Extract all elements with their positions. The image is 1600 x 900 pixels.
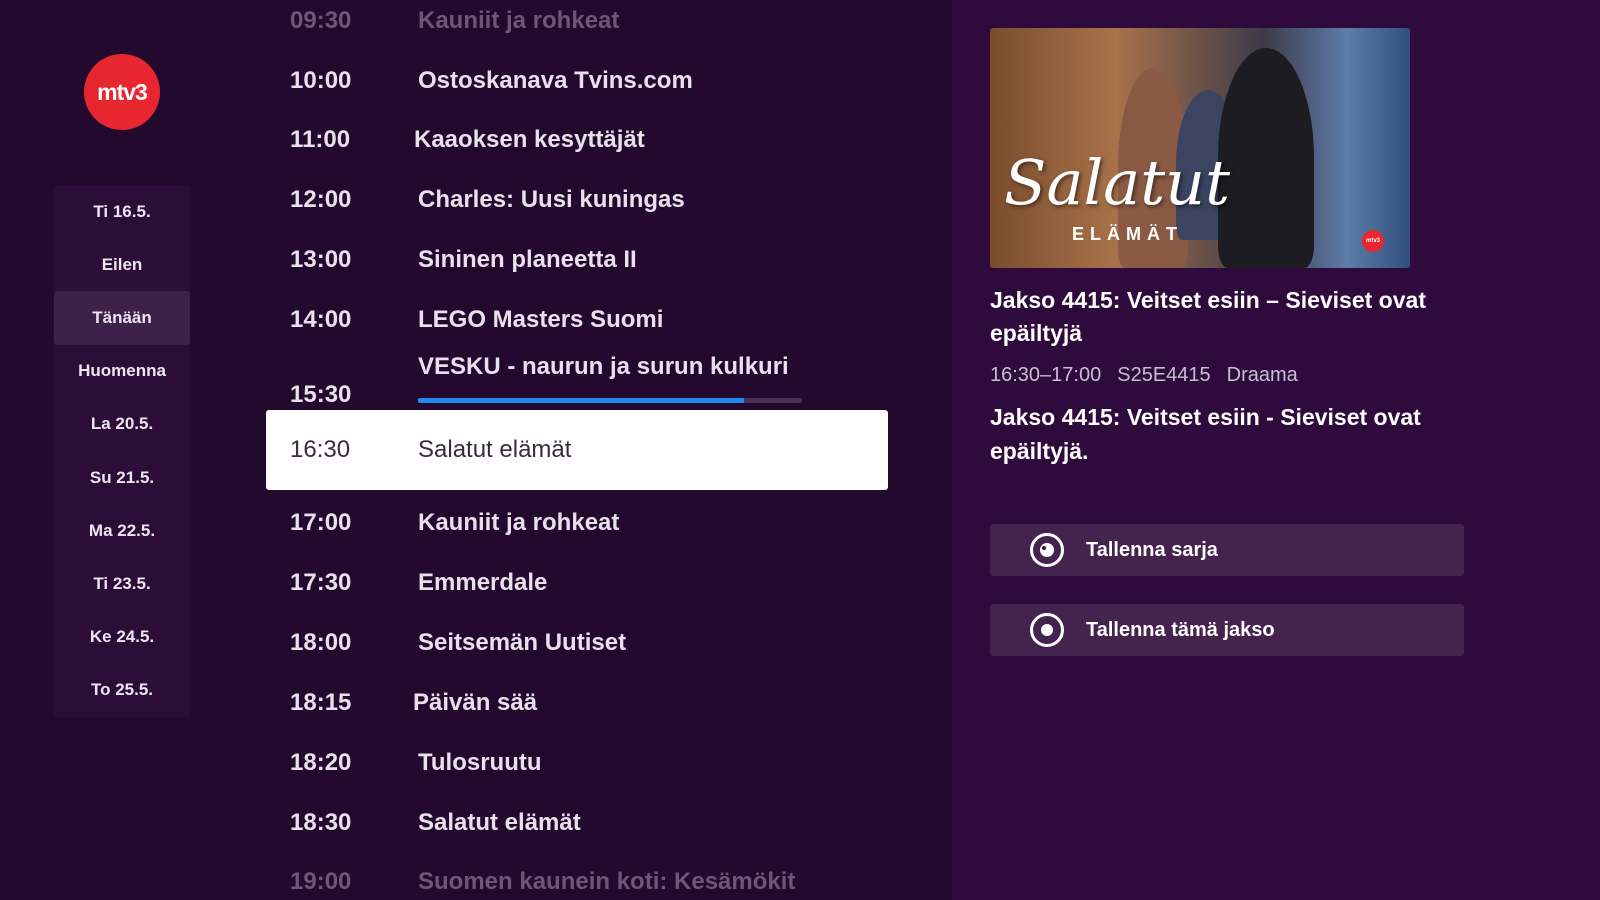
program-title: Kaaoksen kesyttäjät	[414, 126, 645, 153]
thumbnail-show-logo: Salatut	[1004, 146, 1230, 219]
program-row[interactable]: 18:20 Tulosruutu	[270, 733, 904, 793]
episode-genre: Draama	[1226, 364, 1298, 386]
date-item-su-21[interactable]: Su 21.5.	[54, 451, 190, 504]
program-title: Kauniit ja rohkeat	[418, 7, 620, 34]
program-time: 12:00	[290, 186, 352, 213]
date-item-ke-24[interactable]: Ke 24.5.	[54, 611, 190, 664]
thumbnail-show-logo-sub: ELÄMÄT	[1072, 224, 1183, 244]
program-row[interactable]: 17:00 Kauniit ja rohkeat	[270, 493, 904, 553]
program-row[interactable]: 17:30 Emmerdale	[270, 553, 904, 613]
episode-title: Jakso 4415: Veitset esiin – Sieviset ova…	[990, 287, 1426, 346]
program-time: 15:30	[290, 381, 352, 408]
mtv3-badge-icon: mtv3	[1362, 230, 1384, 252]
program-row[interactable]: 18:30 Salatut elämät	[270, 793, 904, 853]
program-row[interactable]: 12:00 Charles: Uusi kuningas	[270, 170, 904, 230]
program-row[interactable]: 13:00 Sininen planeetta II	[270, 230, 904, 290]
record-series-icon	[1030, 533, 1064, 567]
program-time: 09:30	[290, 7, 352, 34]
date-item-ma-22[interactable]: Ma 22.5.	[54, 504, 190, 557]
record-episode-label: Tallenna tämä jakso	[1086, 618, 1275, 641]
date-item-to-25[interactable]: To 25.5.	[54, 664, 190, 717]
episode-code: S25E4415	[1117, 364, 1211, 386]
guide-panel: mtv3 Ti 16.5. Eilen Tänään Huomenna La 2…	[0, 0, 952, 900]
program-time: 13:00	[290, 246, 352, 273]
program-title: Salatut elämät	[418, 809, 581, 836]
program-time: 18:00	[290, 629, 352, 656]
program-title: Ostoskanava Tvins.com	[418, 67, 693, 94]
date-item-huomenna[interactable]: Huomenna	[54, 345, 190, 398]
episode-description: Jakso 4415: Veitset esiin - Sieviset ova…	[990, 404, 1421, 464]
program-time: 11:00	[290, 126, 351, 153]
program-title: Päivän sää	[413, 689, 538, 716]
program-thumbnail: Salatut ELÄMÄT mtv3	[990, 28, 1410, 268]
program-title: Salatut elämät	[418, 436, 572, 463]
episode-time-range: 16:30–17:00	[990, 364, 1102, 386]
program-time: 17:30	[290, 569, 352, 596]
program-title: Sininen planeetta II	[418, 246, 637, 273]
program-time: 17:00	[290, 509, 352, 536]
date-item-ti-16[interactable]: Ti 16.5.	[54, 185, 190, 238]
date-selector: Ti 16.5. Eilen Tänään Huomenna La 20.5. …	[54, 185, 190, 717]
program-title: Emmerdale	[418, 569, 548, 596]
mtv3-logo: mtv3	[84, 54, 160, 130]
program-row[interactable]: 18:00 Seitsemän Uutiset	[270, 613, 904, 673]
program-time: 16:30	[290, 436, 351, 463]
program-time: 10:00	[290, 67, 352, 94]
program-title: Charles: Uusi kuningas	[418, 186, 685, 213]
program-row-selected[interactable]: 16:30 Salatut elämät	[266, 410, 888, 490]
program-time: 18:15	[290, 689, 352, 716]
program-row[interactable]: 09:30 Kauniit ja rohkeat	[270, 0, 904, 51]
date-item-la-20[interactable]: La 20.5.	[54, 398, 190, 451]
program-title: Kauniit ja rohkeat	[418, 509, 620, 536]
thumbnail-figure	[1218, 48, 1314, 268]
record-episode-button[interactable]: Tallenna tämä jakso	[990, 604, 1464, 656]
now-playing-progress	[418, 398, 802, 403]
program-row[interactable]: 11:00 Kaaoksen kesyttäjät	[270, 110, 904, 170]
program-time: 19:00	[290, 868, 352, 895]
date-item-eilen[interactable]: Eilen	[54, 238, 190, 291]
program-row[interactable]: 10:00 Ostoskanava Tvins.com	[270, 51, 904, 111]
program-title: Suomen kaunein koti: Kesämökit	[418, 868, 796, 895]
progress-fill	[418, 398, 745, 403]
program-title: Seitsemän Uutiset	[418, 629, 627, 656]
record-episode-icon	[1030, 613, 1064, 647]
program-time: 18:20	[290, 749, 352, 776]
program-time: 14:00	[290, 306, 352, 333]
episode-meta: 16:30–17:00 S25E4415 Draama	[990, 364, 1298, 387]
program-schedule: 09:30 Kauniit ja rohkeat 10:00 Ostoskana…	[266, 0, 904, 900]
program-row[interactable]: 18:15 Päivän sää	[270, 673, 904, 733]
program-row[interactable]: 19:00 Suomen kaunein koti: Kesämökit	[270, 852, 904, 900]
program-title: Tulosruutu	[418, 749, 542, 776]
program-title: LEGO Masters Suomi	[418, 306, 664, 333]
date-item-tanaan[interactable]: Tänään	[54, 291, 190, 345]
date-item-ti-23[interactable]: Ti 23.5.	[54, 557, 190, 610]
program-title: VESKU - naurun ja surun kulkuri	[418, 353, 789, 380]
program-row[interactable]: 14:00 LEGO Masters Suomi	[270, 290, 904, 350]
record-series-button[interactable]: Tallenna sarja	[990, 524, 1464, 576]
program-time: 18:30	[290, 809, 352, 836]
record-series-label: Tallenna sarja	[1086, 538, 1218, 561]
